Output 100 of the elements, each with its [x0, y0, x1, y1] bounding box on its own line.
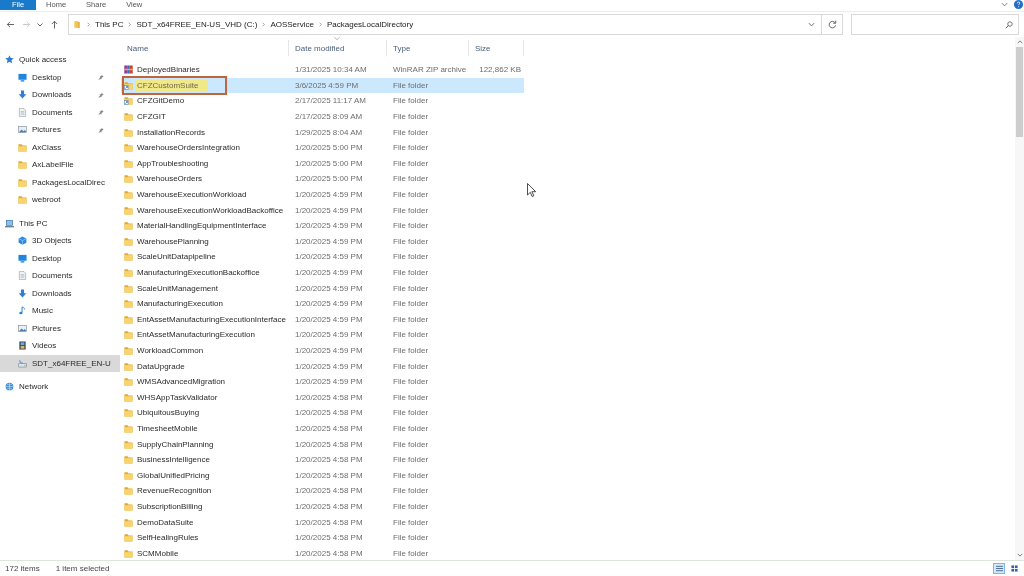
sidebar-item[interactable]: Documents [0, 267, 120, 285]
file-row[interactable]: WHSAppTaskValidator 1/20/2025 4:58 PM File folder [121, 389, 524, 406]
folder-icon [124, 221, 133, 231]
file-row[interactable]: SCMMobile 1/20/2025 4:58 PM File folder [121, 545, 524, 561]
network-icon [5, 382, 14, 392]
sidebar-item[interactable]: AxLabelFile [0, 156, 120, 174]
scroll-thumb[interactable] [1016, 47, 1023, 137]
file-row[interactable]: InstallationRecords 1/29/2025 8:04 AM File folder [121, 124, 524, 140]
file-row[interactable]: MaterialHandlingEquipmentInterface 1/20/2025 4:59 PM File folder [121, 217, 524, 234]
file-row[interactable]: EntAssetManufacturingExecution 1/20/2025 4:59 PM File folder [121, 327, 524, 343]
chevron-down-icon[interactable] [808, 22, 815, 27]
file-type: File folder [393, 330, 429, 340]
file-row[interactable]: SubscriptionBilling 1/20/2025 4:58 PM File folder [121, 498, 524, 515]
folder-icon [124, 346, 133, 355]
file-type: File folder [393, 143, 429, 153]
file-row[interactable]: ScaleUnitDatapipeline 1/20/2025 4:59 PM File folder [121, 249, 524, 265]
date-modified: 1/20/2025 4:58 PM [295, 517, 363, 527]
sidebar-item[interactable]: Pictures [0, 319, 120, 337]
file-row[interactable]: RevenueRecognition 1/20/2025 4:58 PM File folder [121, 483, 524, 499]
sidebar-item[interactable]: Documents [0, 103, 120, 121]
file-type: File folder [393, 455, 429, 465]
help-icon[interactable] [1014, 0, 1023, 9]
file-name: CFZGitDemo [137, 95, 185, 107]
file-row[interactable]: EntAssetManufacturingExecutionInterface 1/20/2025 4:59 PM File folder [121, 311, 524, 328]
file-row[interactable]: SupplyChainPlanning 1/20/2025 4:58 PM File folder [121, 436, 524, 452]
sidebar-item[interactable]: Music [0, 302, 120, 320]
breadcrumb[interactable]: PackagesLocalDirectory [326, 20, 414, 29]
file-row[interactable]: DeployedBinaries 1/31/2025 10:34 AM WinRAR ZIP archive 122,862 KB [121, 62, 524, 78]
sidebar-item[interactable]: Downloads [0, 86, 120, 104]
file-row[interactable]: UbiquitousBuying 1/20/2025 4:58 PM File folder [121, 405, 524, 421]
scroll-up-icon[interactable] [1016, 40, 1023, 44]
file-name: GlobalUnifiedPricing [137, 469, 210, 481]
scroll-down-icon[interactable] [1016, 553, 1023, 557]
file-row[interactable]: WarehouseExecutionWorkload 1/20/2025 4:59 PM File folder [121, 186, 524, 203]
column-header[interactable]: Size [469, 40, 524, 56]
file-type: File folder [393, 533, 429, 543]
file-type: File folder [393, 423, 429, 433]
folder-icon [74, 20, 80, 29]
file-row[interactable]: CFZCustomSuite 3/6/2025 4:59 PM File folder [121, 77, 524, 94]
details-view-button[interactable] [993, 563, 1005, 574]
file-row[interactable]: DemoDataSuite 1/20/2025 4:58 PM File folder [121, 514, 524, 530]
sidebar-item[interactable]: Desktop [0, 249, 120, 267]
sidebar-item[interactable]: webroot [0, 191, 120, 209]
file-row[interactable]: BusinessIntelligence 1/20/2025 4:58 PM File folder [121, 451, 524, 468]
sidebar-item[interactable]: PackagesLocalDirec [0, 173, 120, 191]
list-lines-icon [995, 565, 1003, 572]
file-row[interactable]: WorkloadCommon 1/20/2025 4:59 PM File folder [121, 342, 524, 359]
sidebar-item[interactable]: Network [0, 378, 120, 396]
folder-icon [124, 190, 133, 200]
breadcrumb[interactable]: SDT_x64FREE_EN-US_VHD (C:) [136, 20, 258, 29]
sidebar-item[interactable]: 3D Objects [0, 232, 120, 250]
file-row[interactable]: CFZGIT 2/17/2025 8:09 AM File folder [121, 108, 524, 125]
breadcrumb[interactable]: AOSService [270, 20, 314, 29]
column-header[interactable]: Type [387, 40, 469, 56]
date-modified: 2/17/2025 11:17 AM [295, 96, 367, 106]
large-icons-view-button[interactable] [1008, 563, 1020, 574]
date-modified: 1/20/2025 4:59 PM [295, 190, 363, 200]
folder-shortcut-icon [124, 80, 133, 90]
file-row[interactable]: ScaleUnitManagement 1/20/2025 4:59 PM File folder [121, 280, 524, 296]
file-row[interactable]: CFZGitDemo 2/17/2025 11:17 AM File folder [121, 93, 524, 109]
folder-icon [124, 252, 133, 262]
column-header[interactable]: Date modified [289, 40, 387, 56]
date-modified: 1/20/2025 4:58 PM [295, 501, 363, 511]
column-header[interactable]: Name [121, 40, 289, 56]
file-row[interactable]: TimesheetMobile 1/20/2025 4:58 PM File folder [121, 420, 524, 437]
file-row[interactable]: ManufacturingExecution 1/20/2025 4:59 PM File folder [121, 295, 524, 312]
file-name: CFZCustomSuite [135, 79, 209, 91]
file-row[interactable]: WarehouseOrdersIntegration 1/20/2025 5:00 PM File folder [121, 139, 524, 156]
date-modified: 1/20/2025 4:58 PM [295, 470, 363, 480]
folder-shortcut-icon [124, 96, 133, 106]
file-row[interactable]: SelfHealingRules 1/20/2025 4:58 PM File folder [121, 529, 524, 546]
sidebar-item[interactable]: Quick access [0, 51, 120, 69]
file-row[interactable]: AppTroubleshooting 1/20/2025 5:00 PM File folder [121, 155, 524, 172]
sidebar-item[interactable]: Downloads [0, 284, 120, 302]
folder-icon [124, 236, 133, 246]
sidebar-item[interactable]: Desktop [0, 68, 120, 86]
sidebar-item[interactable]: SDT_x64FREE_EN-U [0, 354, 120, 372]
file-row[interactable]: WMSAdvancedMigration 1/20/2025 4:59 PM File folder [121, 373, 524, 390]
sidebar-item[interactable]: Pictures [0, 121, 120, 139]
file-row[interactable]: ManufacturingExecutionBackoffice 1/20/2025 4:59 PM File folder [121, 264, 524, 281]
search-field[interactable] [851, 14, 1019, 35]
scrollbar[interactable] [1015, 37, 1024, 560]
sidebar-item[interactable]: This PC [0, 214, 120, 232]
chevron-down-icon[interactable] [1001, 2, 1008, 7]
sidebar-item[interactable]: AxClass [0, 138, 120, 156]
file-row[interactable]: WarehouseExecutionWorkloadBackoffice 1/20/2025 4:59 PM File folder [121, 202, 524, 218]
folder-icon [124, 299, 133, 309]
folder-icon [124, 330, 133, 340]
folder-icon [124, 439, 133, 449]
file-row[interactable]: WarehouseOrders 1/20/2025 5:00 PM File folder [121, 171, 524, 187]
address-bar[interactable]: This PC SDT_x64FREE_EN-US_VHD (C:) AOSService PackagesLocalDirectory [68, 14, 822, 35]
file-row[interactable]: WarehousePlanning 1/20/2025 4:59 PM File folder [121, 233, 524, 250]
file-row[interactable]: DataUpgrade 1/20/2025 4:59 PM File folder [121, 358, 524, 374]
sidebar-item[interactable]: Videos [0, 337, 120, 355]
refresh-button[interactable] [822, 14, 843, 35]
file-row[interactable]: GlobalUnifiedPricing 1/20/2025 4:58 PM File folder [121, 467, 524, 484]
file-type: File folder [393, 158, 429, 168]
folder-icon [18, 195, 27, 205]
breadcrumb[interactable]: This PC [95, 20, 124, 29]
music-note-icon [18, 306, 27, 316]
